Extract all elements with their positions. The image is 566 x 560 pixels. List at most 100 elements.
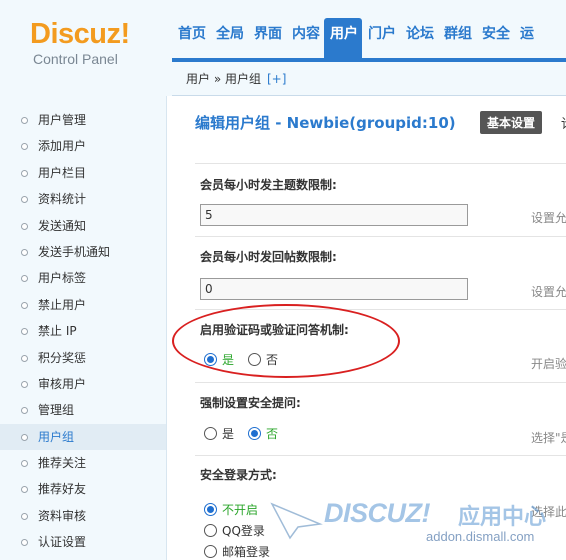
- sidebar-item-credits[interactable]: 积分奖惩: [0, 345, 166, 371]
- nav-ops[interactable]: 运: [514, 25, 538, 59]
- bullet-icon: [21, 407, 28, 415]
- captcha-no-label[interactable]: 否: [266, 351, 278, 368]
- topic-limit-input[interactable]: [200, 204, 468, 226]
- bullet-icon: [21, 512, 28, 520]
- sidebar-item-user-management[interactable]: 用户管理: [0, 107, 166, 133]
- security-question-options: 是 否: [204, 425, 292, 442]
- main-content: 编辑用户组 - Newbie(groupid:10) 基本设置 论 会员每小时发…: [167, 96, 566, 560]
- bullet-icon: [21, 275, 28, 283]
- login-qq-label[interactable]: QQ登录: [222, 522, 265, 539]
- breadcrumb-expand-button[interactable]: [+]: [267, 72, 286, 86]
- discuz-logo[interactable]: Discuz! Control Panel: [30, 18, 130, 68]
- sidebar-item-label: 发送通知: [38, 218, 87, 233]
- sidebar-item-review-users[interactable]: 审核用户: [0, 371, 166, 397]
- bullet-icon: [21, 380, 28, 388]
- bullet-icon: [21, 196, 28, 204]
- sidebar: 用户管理 添加用户 用户栏目 资料统计 发送通知 发送手机通知 用户标签 禁止用…: [0, 96, 167, 560]
- sidebar-item-label: 禁止用户: [38, 297, 87, 312]
- security-question-no-label[interactable]: 否: [266, 425, 278, 442]
- topic-limit-hint: 设置允: [531, 211, 566, 225]
- nav-users[interactable]: 用户: [324, 18, 362, 59]
- reply-limit-input[interactable]: [200, 278, 468, 300]
- sidebar-item-label: 用户标签: [38, 271, 87, 286]
- captcha-yes-label[interactable]: 是: [222, 351, 234, 368]
- sidebar-item-user-groups[interactable]: 用户组: [0, 423, 166, 451]
- security-question-label: 强制设置安全提问:: [200, 396, 301, 410]
- sidebar-item-label: 认证设置: [38, 535, 87, 550]
- nav-underline: [172, 58, 566, 62]
- nav-interface[interactable]: 界面: [248, 25, 286, 59]
- captcha-options: 是 否: [204, 351, 292, 368]
- bullet-icon: [21, 433, 28, 441]
- bullet-icon: [21, 222, 28, 230]
- sidebar-item-profile-stats[interactable]: 资料统计: [0, 186, 166, 212]
- sidebar-item-recommend-follow[interactable]: 推荐关注: [0, 450, 166, 476]
- sidebar-item-add-user[interactable]: 添加用户: [0, 133, 166, 159]
- bullet-icon: [21, 143, 28, 151]
- sidebar-item-admin-groups[interactable]: 管理组: [0, 397, 166, 423]
- top-nav: 首页 全局 界面 内容 用户 门户 论坛 群组 安全 运: [172, 14, 538, 59]
- nav-portal[interactable]: 门户: [362, 25, 400, 59]
- bullet-icon: [21, 117, 28, 124]
- login-none-label[interactable]: 不开启: [222, 501, 258, 518]
- captcha-yes-radio[interactable]: [204, 353, 217, 366]
- sidebar-item-label: 积分奖惩: [38, 350, 87, 365]
- breadcrumb-text: 用户 » 用户组: [186, 72, 261, 86]
- sidebar-item-label: 资料统计: [38, 192, 87, 207]
- nav-home[interactable]: 首页: [172, 25, 210, 59]
- security-question-hint: 选择"是: [531, 431, 566, 445]
- sidebar-item-user-fields[interactable]: 用户栏目: [0, 160, 166, 186]
- sidebar-item-label: 审核用户: [38, 376, 87, 391]
- admin-header: Discuz! Control Panel 首页 全局 界面 内容 用户 门户 …: [0, 0, 566, 96]
- login-email-label[interactable]: 邮箱登录: [222, 543, 270, 560]
- basic-settings-tab[interactable]: 基本设置: [480, 111, 543, 134]
- reply-limit-label: 会员每小时发回帖数限制:: [200, 250, 337, 264]
- page-title: 编辑用户组 - Newbie(groupid:10): [195, 114, 456, 132]
- sidebar-item-send-notice[interactable]: 发送通知: [0, 213, 166, 239]
- sidebar-item-label: 资料审核: [38, 508, 87, 523]
- captcha-no-radio[interactable]: [248, 353, 262, 366]
- divider: [195, 455, 566, 456]
- security-question-yes-label[interactable]: 是: [222, 425, 234, 442]
- sidebar-item-profile-review[interactable]: 资料审核: [0, 503, 166, 529]
- sidebar-item-user-tags[interactable]: 用户标签: [0, 265, 166, 291]
- nav-content[interactable]: 内容: [286, 25, 324, 59]
- bullet-icon: [21, 354, 28, 362]
- sidebar-item-label: 禁止 IP: [38, 324, 77, 339]
- sidebar-item-ban-ip[interactable]: 禁止 IP: [0, 318, 166, 344]
- sidebar-item-send-sms[interactable]: 发送手机通知: [0, 239, 166, 265]
- bullet-icon: [21, 169, 28, 177]
- bullet-icon: [21, 460, 28, 468]
- security-question-no-radio[interactable]: [248, 427, 262, 440]
- bullet-icon: [21, 328, 28, 336]
- next-tab-label[interactable]: 论: [561, 113, 566, 132]
- sidebar-item-label: 用户栏目: [38, 165, 87, 180]
- sidebar-item-ban-user[interactable]: 禁止用户: [0, 292, 166, 318]
- reply-limit-hint: 设置允: [531, 285, 566, 299]
- login-email-radio[interactable]: [204, 545, 217, 558]
- divider: [195, 163, 566, 164]
- sidebar-item-label: 发送手机通知: [38, 244, 111, 259]
- divider: [195, 309, 566, 310]
- login-method-hint: 选择此: [531, 505, 566, 519]
- login-method-options: 不开启 QQ登录 邮箱登录: [204, 499, 284, 560]
- nav-forum[interactable]: 论坛: [400, 25, 438, 59]
- security-question-yes-radio[interactable]: [204, 427, 217, 440]
- topic-limit-label: 会员每小时发主题数限制:: [200, 178, 337, 192]
- login-method-label: 安全登录方式:: [200, 468, 277, 482]
- bullet-icon: [21, 248, 28, 256]
- bullet-icon: [21, 486, 28, 494]
- captcha-label: 启用验证码或验证问答机制:: [200, 323, 349, 337]
- sidebar-item-label: 用户组: [38, 429, 75, 444]
- nav-groups[interactable]: 群组: [438, 25, 476, 59]
- sidebar-item-recommend-friends[interactable]: 推荐好友: [0, 476, 166, 502]
- bullet-icon: [21, 301, 28, 309]
- login-qq-radio[interactable]: [204, 524, 217, 537]
- nav-security[interactable]: 安全: [476, 25, 514, 59]
- breadcrumb: 用户 » 用户组 [+]: [186, 70, 286, 87]
- login-none-radio[interactable]: [204, 503, 217, 516]
- captcha-hint: 开启验: [531, 357, 566, 371]
- sidebar-item-label: 推荐好友: [38, 482, 87, 497]
- sidebar-item-verification[interactable]: 认证设置: [0, 529, 166, 555]
- nav-global[interactable]: 全局: [210, 25, 248, 59]
